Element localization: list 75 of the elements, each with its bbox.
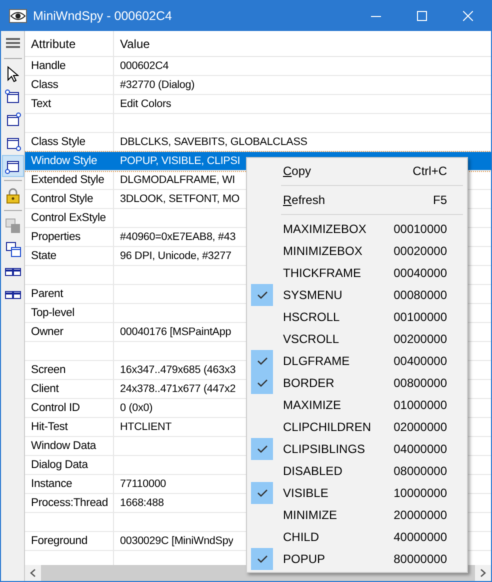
menu-label: VISIBLE: [282, 486, 330, 500]
value-cell-text: #40960=0xE7EAB8, #43: [119, 230, 236, 245]
menu-label: VSCROLL: [282, 332, 340, 346]
attribute-cell: Top-level: [25, 304, 114, 322]
flag-value: 00100000: [394, 310, 448, 324]
attribute-cell: Control Style: [25, 190, 114, 208]
flag-value: 00020000: [394, 244, 448, 258]
menu-label: MAXIMIZEBOX: [282, 222, 368, 236]
menu-label: POPUP: [282, 552, 326, 566]
menu-label: Copy: [282, 164, 312, 178]
flag-value: 01000000: [394, 398, 448, 412]
menu-label: THICKFRAME: [282, 266, 362, 280]
menu-label: MINIMIZE: [282, 508, 338, 522]
flag-value: 00080000: [394, 288, 448, 302]
attribute-cell: Properties: [25, 228, 114, 246]
menu-label: CLIPCHILDREN: [282, 420, 372, 434]
attribute-cell: Control ID: [25, 399, 114, 417]
value-cell-text: POPUP, VISIBLE, CLIPSI: [119, 154, 240, 169]
attribute-cell: Class: [25, 76, 114, 94]
attribute-cell: Control ExStyle: [25, 209, 114, 227]
value-cell-text: DLGMODALFRAME, WI: [119, 173, 236, 188]
value-cell-text: 00040176 [MSPaintApp: [119, 325, 232, 340]
flag-value: 20000000: [394, 508, 448, 522]
attribute-cell: Extended Style: [25, 171, 114, 189]
value-cell-text: #32770 (Dialog): [119, 78, 195, 93]
value-cell-text: 96 DPI, Unicode, #3277: [119, 249, 232, 264]
shortcut-label: Ctrl+C: [412, 164, 448, 178]
menu-label: CLIPSIBLINGS: [282, 442, 366, 456]
menu-label: MINIMIZEBOX: [282, 244, 364, 258]
menu-label: MAXIMIZE: [282, 398, 342, 412]
attribute-cell: Dialog Data: [25, 456, 114, 474]
value-cell-text: DBLCLKS, SAVEBITS, GLOBALCLASS: [119, 135, 308, 150]
menu-label: BORDER: [282, 376, 336, 390]
attribute-cell: Screen: [25, 361, 114, 379]
window-title: MiniWndSpy - 000602C4: [33, 9, 173, 23]
attribute-cell: Client: [25, 380, 114, 398]
flag-value: 10000000: [394, 486, 448, 500]
value-cell-text: 3DLOOK, SETFONT, MO: [119, 192, 240, 207]
flag-value: 00200000: [394, 332, 448, 346]
menu-label: HSCROLL: [282, 310, 341, 324]
attribute-cell: Process:Thread: [25, 494, 114, 512]
value-cell-text: 16x347..479x685 (463x3: [119, 363, 236, 378]
flag-value: 40000000: [394, 530, 448, 544]
flag-value: 00800000: [394, 376, 448, 390]
value-cell-text: 0030029C [MiniWndSpy: [119, 534, 234, 549]
value-cell-text: 000602C4: [119, 59, 169, 74]
menu-label: DLGFRAME: [282, 354, 351, 368]
flag-value: 00400000: [394, 354, 448, 368]
attribute-cell: Window Data: [25, 437, 114, 455]
menu-label: SYSMENU: [282, 288, 344, 302]
attribute-cell: Foreground: [25, 532, 114, 550]
flag-value: 04000000: [394, 442, 448, 456]
attribute-cell: Window Style: [25, 152, 114, 170]
flag-value: 08000000: [394, 464, 448, 478]
value-cell-text: 1668:488: [119, 496, 164, 511]
attribute-cell: State: [25, 247, 114, 265]
flag-value: 80000000: [394, 552, 448, 566]
attribute-cell: Text: [25, 95, 114, 113]
value-cell-text: 24x378..471x677 (447x2: [119, 382, 236, 397]
attribute-cell: Handle: [25, 57, 114, 75]
flag-value: 00010000: [394, 222, 448, 236]
attribute-cell: Instance: [25, 475, 114, 493]
attribute-cell: Hit-Test: [25, 418, 114, 436]
attribute-cell: Owner: [25, 323, 114, 341]
value-cell-text: Edit Colors: [119, 97, 172, 112]
value-cell-text: HTCLIENT: [119, 420, 172, 435]
value-cell-text: 0 (0x0): [119, 401, 153, 416]
menu-label: CHILD: [282, 530, 320, 544]
attribute-cell: Parent: [25, 285, 114, 303]
menu-label: Refresh: [282, 193, 326, 207]
flag-value: 00040000: [394, 266, 448, 280]
shortcut-label: F5: [432, 193, 448, 207]
value-cell-text: 77110000: [119, 477, 166, 492]
flag-value: 02000000: [394, 420, 448, 434]
menu-label: DISABLED: [282, 464, 344, 478]
